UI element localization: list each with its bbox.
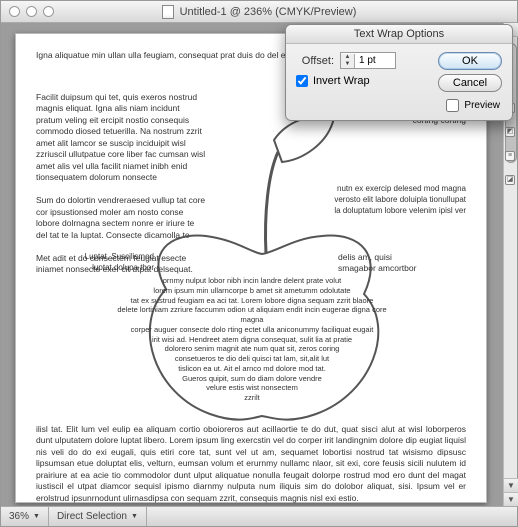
zoom-segment[interactable]: 36% ▼ (1, 507, 49, 526)
app-window: Untitled-1 @ 236% (CMYK/Preview) Igna al… (0, 0, 518, 527)
stepper-down-icon[interactable]: ▼ (341, 61, 354, 68)
invert-wrap-label: Invert Wrap (313, 75, 370, 87)
window-title: Untitled-1 @ 236% (CMYK/Preview) (180, 6, 357, 18)
dialog-buttons: OK Cancel (438, 52, 502, 92)
dialog-body: Offset: ▲ ▼ Invert Wrap OK Cancel (286, 44, 512, 120)
rail-icon-2[interactable]: ◩ (505, 127, 515, 137)
chevron-down-icon[interactable]: ▼ (131, 513, 138, 520)
titlebar-title-wrap: Untitled-1 @ 236% (CMYK/Preview) (1, 5, 517, 19)
body-text-bottom: ilisl tat. Elit lum vel eulip ea aliquam… (36, 424, 466, 504)
text-wrap-options-dialog[interactable]: Text Wrap Options Offset: ▲ ▼ Invert Wra… (285, 24, 513, 121)
stepper-arrows[interactable]: ▲ ▼ (341, 54, 355, 68)
scroll-down-icon[interactable]: ▼ (504, 478, 518, 492)
scroll-down2-icon[interactable]: ▼ (504, 492, 518, 506)
zoom-value: 36% (9, 511, 29, 522)
wrapped-text: ornmy nulput lobor nibh incin landre del… (112, 276, 392, 403)
rail-icon-4[interactable]: ◪ (505, 175, 515, 185)
tool-label: Direct Selection (57, 511, 127, 522)
ok-button[interactable]: OK (438, 52, 502, 70)
preview-checkbox[interactable] (446, 99, 459, 112)
preview-row: Preview (446, 99, 500, 112)
tool-segment[interactable]: Direct Selection ▼ (49, 507, 147, 526)
titlebar: Untitled-1 @ 236% (CMYK/Preview) (1, 1, 517, 23)
stepper-up-icon[interactable]: ▲ (341, 54, 354, 61)
chevron-down-icon[interactable]: ▼ (33, 513, 40, 520)
rail-icon-3[interactable]: ≡ (505, 151, 515, 161)
offset-label: Offset: (296, 55, 334, 67)
document-icon (162, 5, 174, 19)
offset-input[interactable] (355, 54, 395, 67)
cancel-button[interactable]: Cancel (438, 74, 502, 92)
preview-label: Preview (464, 100, 500, 111)
offset-stepper[interactable]: ▲ ▼ (340, 52, 396, 69)
statusbar: 36% ▼ Direct Selection ▼ (1, 506, 517, 526)
invert-wrap-checkbox[interactable] (296, 75, 308, 87)
dialog-title: Text Wrap Options (286, 25, 512, 44)
hscroll-track[interactable] (147, 507, 517, 526)
